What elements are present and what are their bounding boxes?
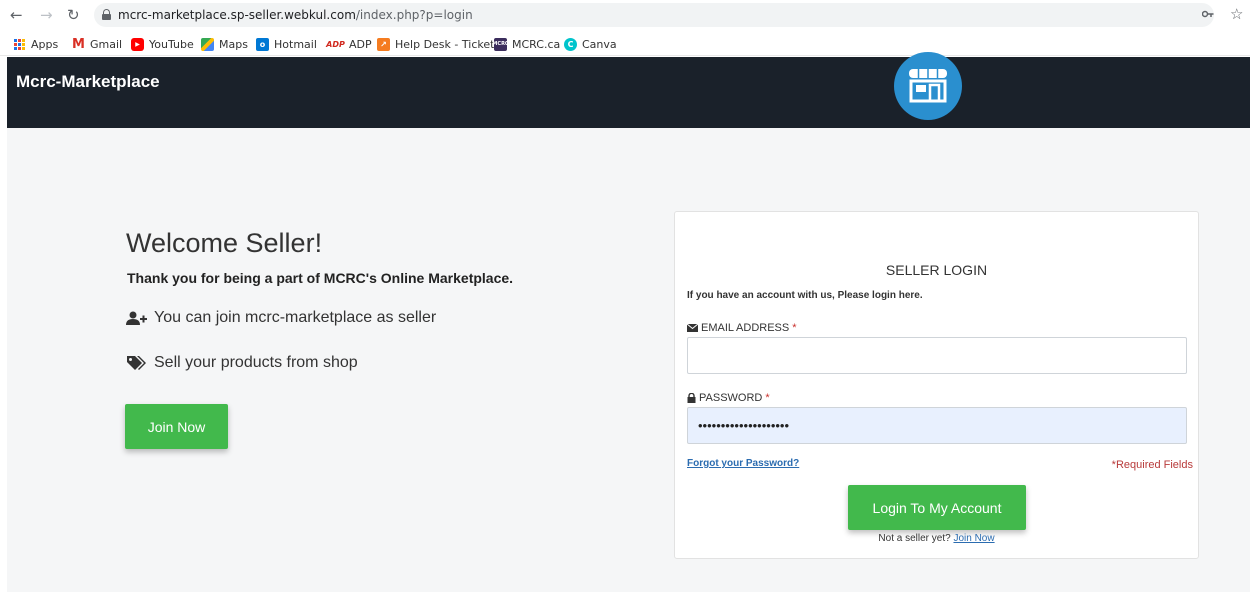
not-seller-label: Not a seller yet? bbox=[878, 533, 951, 544]
join-now-button[interactable]: Join Now bbox=[125, 404, 228, 449]
bookmark-label: YouTube bbox=[149, 37, 194, 51]
bookmark-label: ADP bbox=[349, 37, 372, 51]
lock-icon bbox=[102, 9, 111, 20]
bookmark-help-desk[interactable]: ↗ Help Desk - Tickets bbox=[377, 36, 500, 52]
user-plus-icon bbox=[126, 310, 148, 326]
mcrc-icon: MCRC bbox=[492, 37, 509, 51]
canva-icon: C bbox=[564, 37, 577, 51]
key-icon[interactable] bbox=[1201, 8, 1214, 22]
feature-join: You can join mcrc-marketplace as seller bbox=[126, 309, 436, 327]
login-description: If you have an account with us, Please l… bbox=[687, 290, 923, 301]
join-now-link[interactable]: Join Now bbox=[953, 533, 994, 544]
feature-sell: Sell your products from shop bbox=[126, 354, 358, 372]
welcome-subtitle: Thank you for being a part of MCRC's Onl… bbox=[127, 270, 514, 286]
required-mark: * bbox=[792, 322, 797, 334]
adp-icon: ADP bbox=[326, 39, 345, 49]
padlock-icon bbox=[687, 393, 696, 403]
bookmark-adp[interactable]: ADP ADP bbox=[326, 36, 372, 52]
site-header: Mcrc-Marketplace bbox=[7, 57, 1250, 128]
helpdesk-icon: ↗ bbox=[377, 37, 390, 51]
password-field[interactable] bbox=[687, 407, 1187, 444]
login-button[interactable]: Login To My Account bbox=[848, 485, 1026, 530]
reload-icon[interactable]: ↻ bbox=[67, 6, 80, 24]
envelope-icon bbox=[687, 324, 698, 332]
email-label: EMAIL ADDRESS * bbox=[687, 322, 797, 334]
url-host: mcrc-marketplace.sp-seller.webkul.com bbox=[118, 8, 356, 22]
address-bar[interactable]: mcrc-marketplace.sp-seller.webkul.com/in… bbox=[94, 3, 1214, 27]
bookmark-label: Hotmail bbox=[274, 37, 317, 51]
email-label-text: EMAIL ADDRESS bbox=[701, 322, 790, 334]
bookmark-label: Help Desk - Tickets bbox=[395, 37, 501, 51]
youtube-icon: ▶ bbox=[131, 37, 144, 51]
gmail-icon: M bbox=[72, 36, 85, 52]
bookmark-youtube[interactable]: ▶ YouTube bbox=[131, 36, 194, 52]
required-fields-note: *Required Fields bbox=[1111, 459, 1193, 471]
bookmark-hotmail[interactable]: o Hotmail bbox=[256, 36, 317, 52]
welcome-title: Welcome Seller! bbox=[126, 228, 323, 258]
outlook-icon: o bbox=[256, 37, 269, 51]
bookmark-star-icon[interactable]: ☆ bbox=[1230, 5, 1243, 23]
url-path: /index.php?p=login bbox=[355, 8, 473, 22]
site-title[interactable]: Mcrc-Marketplace bbox=[16, 72, 160, 92]
bookmark-label: MCRC.ca bbox=[512, 37, 561, 51]
bookmarks-bar: Apps M Gmail ▶ YouTube Maps o Hotmail AD… bbox=[0, 30, 1250, 56]
browser-toolbar: ← → ↻ mcrc-marketplace.sp-seller.webkul.… bbox=[0, 0, 1250, 30]
password-label: PASSWORD * bbox=[687, 392, 770, 404]
password-label-text: PASSWORD bbox=[699, 392, 763, 404]
bookmark-gmail[interactable]: M Gmail bbox=[72, 36, 122, 52]
seller-login-card: SELLER LOGIN If you have an account with… bbox=[674, 211, 1199, 559]
tags-icon bbox=[126, 355, 148, 371]
required-mark: * bbox=[765, 392, 770, 404]
apps-grid-icon bbox=[14, 38, 25, 50]
login-title: SELLER LOGIN bbox=[885, 262, 988, 278]
bookmark-label: Canva bbox=[582, 37, 617, 51]
forward-arrow-icon[interactable]: → bbox=[40, 6, 53, 24]
feature-text: You can join mcrc-marketplace as seller bbox=[154, 309, 437, 326]
email-field[interactable] bbox=[687, 337, 1187, 374]
back-arrow-icon[interactable]: ← bbox=[10, 6, 23, 24]
not-seller-text: Not a seller yet? Join Now bbox=[675, 533, 1198, 544]
bookmark-label: Maps bbox=[219, 37, 248, 51]
maps-icon bbox=[201, 37, 214, 51]
bookmark-maps[interactable]: Maps bbox=[201, 36, 248, 52]
storefront-icon bbox=[894, 52, 962, 120]
url-text: mcrc-marketplace.sp-seller.webkul.com/in… bbox=[118, 8, 473, 22]
bookmark-mcrc[interactable]: MCRC MCRC.ca bbox=[492, 36, 561, 52]
forgot-password-link[interactable]: Forgot your Password? bbox=[687, 458, 799, 469]
bookmark-canva[interactable]: C Canva bbox=[564, 36, 617, 52]
page-body: Welcome Seller! Thank you for being a pa… bbox=[7, 128, 1250, 592]
bookmark-label: Gmail bbox=[90, 37, 123, 51]
bookmark-label: Apps bbox=[31, 37, 59, 51]
feature-text: Sell your products from shop bbox=[154, 354, 358, 371]
bookmark-apps[interactable]: Apps bbox=[14, 36, 58, 52]
